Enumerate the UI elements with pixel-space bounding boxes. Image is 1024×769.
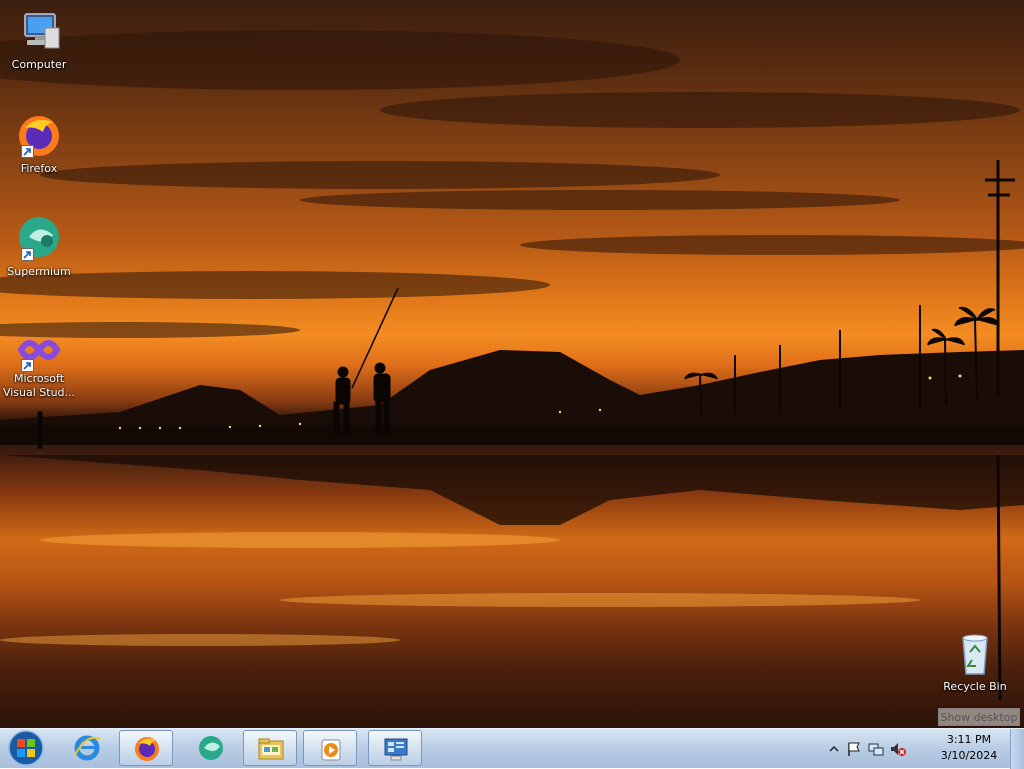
action-center-flag-icon[interactable] [846,741,862,757]
supermium-icon [15,215,63,263]
taskbar-supermium[interactable] [184,730,238,766]
desktop-icon-label: Firefox [20,162,58,175]
desktop-icon-supermium[interactable]: Supermium [0,215,78,279]
visual-studio-icon [15,330,63,372]
internet-explorer-icon [72,733,102,763]
control-panel-icon [381,734,411,764]
desktop-icon-visual-studio[interactable]: Microsoft Visual Stud... [0,330,78,400]
folder-icon [256,734,286,764]
computer-icon [15,8,63,56]
firefox-icon [132,734,162,764]
clock-date: 3/10/2024 [940,749,998,762]
desktop-wallpaper [0,0,1024,728]
desktop-icon-label: Computer [11,58,67,71]
network-icon[interactable] [868,741,884,757]
show-hidden-icons-chevron-icon[interactable] [826,741,842,757]
shortcut-arrow-icon [21,359,34,372]
taskbar-control-panel[interactable] [368,730,422,766]
taskbar-windows-explorer[interactable] [243,730,297,766]
desktop-icon-label: Supermium [7,265,71,278]
recycle-bin-icon [951,630,999,678]
shortcut-arrow-icon [21,248,34,261]
windows-start-orb-icon [8,730,44,766]
media-player-icon [316,734,346,764]
show-desktop-button[interactable] [1010,729,1024,769]
clock-time: 3:11 PM [946,733,992,746]
start-button[interactable] [4,730,48,766]
taskbar-firefox[interactable] [119,730,173,766]
desktop-icon-label: Recycle Bin [943,680,1007,693]
taskbar-media-player[interactable] [303,730,357,766]
taskbar: 3:11 PM 3/10/2024 [0,728,1024,769]
desktop-icon-label: Microsoft Visual Stud... [2,372,76,399]
supermium-icon [196,733,226,763]
desktop-icon-firefox[interactable]: Firefox [0,112,78,176]
taskbar-clock[interactable]: 3:11 PM 3/10/2024 [936,732,1002,764]
desktop-icon-computer[interactable]: Computer [0,8,78,72]
volume-muted-icon[interactable] [890,741,906,757]
shortcut-arrow-icon [21,145,34,158]
taskbar-internet-explorer[interactable] [60,730,114,766]
desktop-icon-recycle-bin[interactable]: Recycle Bin [936,630,1014,694]
firefox-icon [15,112,63,160]
show-desktop-tooltip: Show desktop [938,708,1020,726]
